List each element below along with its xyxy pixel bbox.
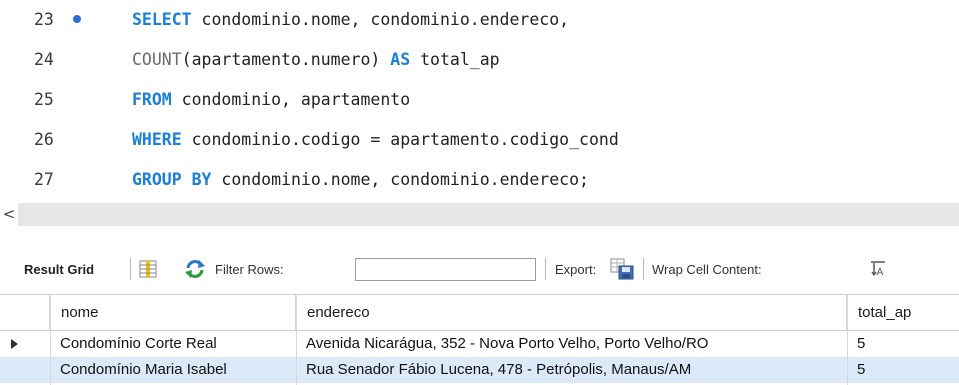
code-text: WHERE condominio.codigo = apartamento.co… (132, 129, 619, 149)
cell-nome[interactable]: Condomínio Corte Real (50, 331, 296, 357)
wrap-cell-button[interactable]: A (870, 244, 886, 294)
current-row-arrow-icon (11, 339, 18, 349)
export-icon (610, 258, 634, 280)
export-label-wrap: Export: (555, 244, 596, 294)
table-row[interactable]: Condomínio Corte Real Avenida Nicarágua,… (0, 331, 959, 357)
toolbar-separator (130, 258, 131, 280)
scroll-left-icon[interactable]: < (0, 203, 18, 226)
table-row[interactable]: Condomínio Maria Isabel Rua Senador Fábi… (0, 357, 959, 383)
column-divider (847, 294, 848, 385)
result-grid-label: Result Grid (24, 261, 95, 277)
line-number: 25 (34, 89, 54, 109)
cell-endereco[interactable]: Avenida Nicarágua, 352 - Nova Porto Velh… (296, 331, 847, 357)
toolbar-separator (643, 258, 644, 280)
export-button[interactable] (609, 244, 635, 294)
wrap-icon: A (871, 261, 885, 278)
line-number: 24 (34, 49, 54, 69)
code-line-24[interactable]: 24 COUNT(apartamento.numero) AS total_ap (0, 42, 959, 76)
code-line-27[interactable]: 27 GROUP BY condominio.nome, condominio.… (0, 162, 959, 196)
column-header-nome[interactable]: nome (50, 295, 296, 331)
line-number: 27 (34, 169, 54, 189)
wrap-cell-content-label: Wrap Cell Content: (652, 261, 762, 277)
sql-editor[interactable]: 23 SELECT condominio.nome, condominio.en… (0, 0, 959, 200)
code-line-26[interactable]: 26 WHERE condominio.codigo = apartamento… (0, 122, 959, 156)
code-text: COUNT(apartamento.numero) AS total_ap (132, 49, 500, 69)
filter-rows-label: Filter Rows: (215, 261, 284, 277)
wrap-label-wrap: Wrap Cell Content: (652, 244, 762, 294)
code-text: FROM condominio, apartamento (132, 89, 411, 109)
result-toolbar: Result Grid Filter Rows: Export: Wrap Ce… (0, 244, 959, 294)
line-number: 23 (34, 9, 54, 29)
grid-form-icon (139, 260, 157, 278)
code-line-25[interactable]: 25 FROM condominio, apartamento (0, 82, 959, 116)
code-text: SELECT condominio.nome, condominio.ender… (132, 9, 570, 29)
result-grid[interactable]: nome endereco total_ap Condomínio Corte … (0, 294, 959, 385)
line-number: 26 (34, 129, 54, 149)
filter-rows-label-wrap: Filter Rows: (215, 244, 284, 294)
refresh-button[interactable] (184, 244, 206, 294)
export-label: Export: (555, 261, 597, 277)
toolbar-separator (545, 258, 546, 280)
column-header-total-ap[interactable]: total_ap (847, 295, 959, 331)
form-editor-button[interactable] (138, 244, 158, 294)
column-header-endereco[interactable]: endereco (296, 295, 847, 331)
cell-nome[interactable]: Condomínio Maria Isabel (50, 357, 296, 383)
filter-rows-input[interactable] (355, 258, 536, 281)
cell-total-ap[interactable]: 5 (847, 331, 959, 357)
breakpoint-dot-icon[interactable] (73, 15, 81, 23)
result-grid-tab[interactable]: Result Grid (24, 244, 94, 294)
refresh-icon (185, 260, 205, 278)
grid-header: nome endereco total_ap (0, 294, 959, 331)
column-divider (296, 294, 297, 385)
horizontal-scrollbar[interactable]: < (0, 203, 959, 226)
svg-text:A: A (877, 267, 884, 278)
row-header-corner (0, 295, 50, 331)
code-text: GROUP BY condominio.nome, condominio.end… (132, 169, 589, 189)
column-divider (50, 294, 51, 385)
cell-total-ap[interactable]: 5 (847, 357, 959, 383)
code-line-23[interactable]: 23 SELECT condominio.nome, condominio.en… (0, 2, 959, 36)
cell-endereco[interactable]: Rua Senador Fábio Lucena, 478 - Petrópol… (296, 357, 847, 383)
